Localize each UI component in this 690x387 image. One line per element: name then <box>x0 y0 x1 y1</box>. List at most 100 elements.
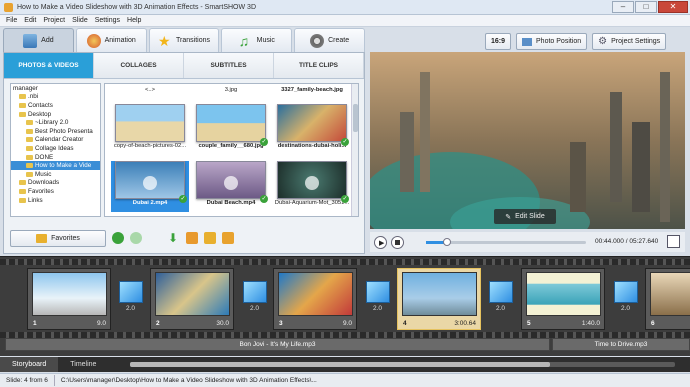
thumbnail <box>115 104 185 142</box>
project-settings-button[interactable]: ⚙ Project Settings <box>592 33 667 50</box>
menu-settings[interactable]: Settings <box>95 17 120 24</box>
folder-icon <box>19 102 26 108</box>
file-item[interactable]: copy-of-beach-pictures-02... <box>111 104 189 149</box>
storyboard-scrollbar[interactable] <box>130 362 675 367</box>
slide-thumb[interactable]: 6 <box>645 268 690 330</box>
slide-duration: 1:40.0 <box>581 320 600 327</box>
slide-thumb[interactable]: 5 1:40.0 <box>521 268 605 330</box>
tree-item[interactable]: Contacts <box>11 101 100 110</box>
add-folder-icon[interactable] <box>204 232 216 244</box>
check-icon: ✓ <box>179 195 187 203</box>
aspect-ratio-label: 16:9 <box>491 38 506 45</box>
file-item[interactable]: Dubai-Aquarium-Mot_3051... ✓ <box>273 161 351 206</box>
back-icon[interactable] <box>112 232 124 244</box>
tree-item[interactable]: Music <box>11 170 100 179</box>
tree-item[interactable]: Collage Ideas <box>11 144 100 153</box>
mode-tabs: Add Animation ★ Transitions ♫ Music Crea… <box>3 28 365 52</box>
tree-item-selected[interactable]: How to Make a Vide <box>11 161 100 170</box>
tree-item[interactable]: Downloads <box>11 179 100 188</box>
minimize-button[interactable]: – <box>612 1 634 13</box>
tree-item[interactable]: .nbi <box>11 93 100 102</box>
tree-item[interactable]: Calendar Creator <box>11 136 100 145</box>
check-icon: ✓ <box>260 138 268 146</box>
file-item-selected[interactable]: Dubai 2.mp4 ✓ <box>111 161 189 212</box>
menu-slide[interactable]: Slide <box>72 17 88 24</box>
tab-timeline[interactable]: Timeline <box>58 357 108 372</box>
thumbnail <box>196 104 266 142</box>
transition-item[interactable]: 2.0 <box>117 281 144 319</box>
transition-item[interactable]: 2.0 <box>612 281 639 319</box>
tab-subtitles[interactable]: SUBTITLES <box>184 53 274 78</box>
slide-thumb[interactable]: 2 30.0 <box>150 268 234 330</box>
tab-create[interactable]: Create <box>294 28 365 52</box>
stop-button[interactable] <box>391 235 404 249</box>
file-item[interactable]: Dubai Beach.mp4 ✓ <box>192 161 270 206</box>
folder-icon <box>26 163 33 169</box>
check-icon: ✓ <box>341 195 349 203</box>
check-icon: ✓ <box>341 138 349 146</box>
folder-icon <box>19 94 26 100</box>
thumbnail <box>277 104 347 142</box>
aspect-ratio-button[interactable]: 16:9 <box>485 33 512 50</box>
refresh-folder-icon[interactable] <box>222 232 234 244</box>
tab-animation[interactable]: Animation <box>75 28 147 52</box>
transition-item[interactable]: 2.0 <box>241 281 268 319</box>
file-item[interactable]: destinations-dubai-holi... ✓ <box>273 104 351 149</box>
audio-track[interactable]: Time to Drive.mp3 <box>552 338 690 351</box>
add-photo-icon <box>23 33 38 48</box>
slide-thumb-selected[interactable]: 4 3:00.64 <box>397 268 481 330</box>
transition-item[interactable]: 2.0 <box>487 281 514 319</box>
music-note-icon: ♫ <box>238 32 250 49</box>
slide-image <box>650 272 690 316</box>
tab-storyboard[interactable]: Storyboard <box>0 357 59 372</box>
transition-item[interactable]: 2.0 <box>364 281 391 319</box>
photo-position-button[interactable]: Photo Position <box>516 33 588 50</box>
play-button[interactable]: ▶ <box>374 235 387 249</box>
fullscreen-button[interactable] <box>667 235 680 248</box>
status-path: C:\Users\manager\Desktop\How to Make a V… <box>60 377 317 384</box>
tree-item[interactable]: DONE <box>11 153 100 162</box>
tree-item[interactable]: Links <box>11 196 100 205</box>
menu-file[interactable]: File <box>6 17 17 24</box>
audio-track[interactable]: Bon Jovi - It's My Life.mp3 <box>5 338 550 351</box>
file-item[interactable]: couple_family__680.jpg ✓ <box>192 104 270 149</box>
close-button[interactable]: ✕ <box>658 1 688 13</box>
file-item[interactable]: <..> <box>111 86 189 93</box>
tree-item[interactable]: Best Photo Presenta <box>11 127 100 136</box>
slide-number: 5 <box>527 320 531 327</box>
tree-item[interactable]: Favorites <box>11 187 100 196</box>
slide-thumb[interactable]: 3 9.0 <box>273 268 357 330</box>
tab-transitions-label: Transitions <box>176 37 210 44</box>
menu-help[interactable]: Help <box>127 17 141 24</box>
download-arrow-icon[interactable]: ⬇ <box>168 232 180 244</box>
file-item[interactable]: 3.jpg <box>192 86 270 93</box>
favorites-button[interactable]: Favorites <box>10 230 106 247</box>
tab-photos-videos[interactable]: PHOTOS & VIDEOS <box>4 53 94 78</box>
folder-icon <box>19 111 26 117</box>
file-item[interactable]: 3327_family-beach.jpg <box>273 86 351 93</box>
maximize-button[interactable]: □ <box>635 1 657 13</box>
tab-title-clips[interactable]: TITLE CLIPS <box>274 53 364 78</box>
tab-music[interactable]: ♫ Music <box>221 28 293 52</box>
forward-icon[interactable] <box>130 232 142 244</box>
slide-preview[interactable] <box>370 52 685 229</box>
tab-transitions[interactable]: ★ Transitions <box>148 28 220 52</box>
slide-duration: 30.0 <box>216 320 229 327</box>
tree-item[interactable]: Desktop <box>11 110 100 119</box>
folder-icon <box>26 171 33 177</box>
tab-add[interactable]: Add <box>3 28 74 52</box>
slide-thumb[interactable]: 1 9.0 <box>27 268 111 330</box>
tab-create-label: Create <box>328 37 350 44</box>
edit-slide-button[interactable]: ✎ Edit Slide <box>494 209 556 224</box>
home-folder-icon[interactable] <box>186 232 198 244</box>
thumbnail <box>115 161 185 199</box>
photo-position-icon <box>522 37 533 46</box>
seek-slider[interactable] <box>426 238 586 246</box>
menu-project[interactable]: Project <box>43 17 65 24</box>
menu-edit[interactable]: Edit <box>24 17 36 24</box>
tree-item[interactable]: ~Library 2.0 <box>11 118 100 127</box>
edit-slide-label: Edit Slide <box>515 213 545 220</box>
file-grid-scrollbar[interactable] <box>351 84 358 216</box>
tab-collages[interactable]: COLLAGES <box>94 53 184 78</box>
tree-item[interactable]: manager <box>11 84 100 93</box>
